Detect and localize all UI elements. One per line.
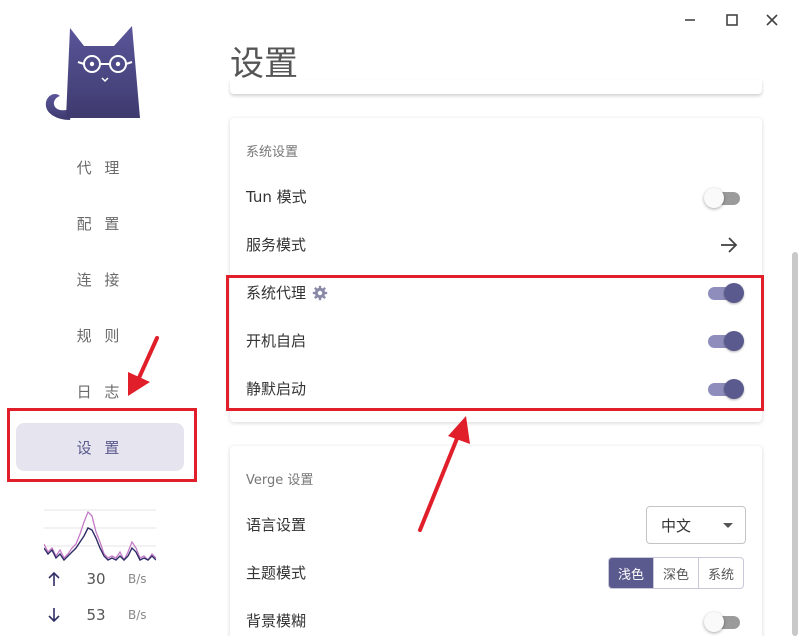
silent-start-toggle[interactable] <box>706 379 744 399</box>
download-speed: 53 B/s <box>44 604 164 626</box>
close-button[interactable] <box>762 10 782 30</box>
gear-icon[interactable] <box>312 285 328 301</box>
theme-system-button[interactable]: 系统 <box>698 558 743 588</box>
theme-mode-label: 主题模式 <box>246 564 307 582</box>
scrollbar[interactable] <box>792 252 798 636</box>
background-blur-label: 背景模糊 <box>246 612 307 630</box>
close-icon <box>766 14 778 26</box>
download-unit: B/s <box>128 608 147 622</box>
previous-card-edge <box>230 80 762 94</box>
arrow-up-icon <box>48 571 60 586</box>
cat-logo <box>45 26 140 120</box>
sidebar-item-connections[interactable]: 连 接 <box>16 255 184 303</box>
maximize-button[interactable] <box>722 10 742 30</box>
tun-mode-label: Tun 模式 <box>246 188 307 206</box>
verge-settings-card: Verge 设置 语言设置 中文 主题模式 浅色 深色 系统 背景模糊 <box>230 446 762 636</box>
service-mode-button[interactable] <box>718 234 740 256</box>
theme-mode-group: 浅色 深色 系统 <box>608 557 745 589</box>
language-label: 语言设置 <box>246 516 307 534</box>
language-select[interactable]: 中文 <box>646 506 746 544</box>
upload-unit: B/s <box>128 572 147 586</box>
maximize-icon <box>726 14 738 26</box>
system-settings-title: 系统设置 <box>246 145 299 160</box>
system-proxy-label: 系统代理 <box>246 282 328 303</box>
upload-speed: 30 B/s <box>44 568 164 590</box>
verge-settings-title: Verge 设置 <box>246 473 314 488</box>
sidebar: 代 理 配 置 连 接 规 则 日 志 设 置 30 B/s 53 B/s <box>0 0 200 636</box>
system-settings-card: 系统设置 Tun 模式 服务模式 系统代理 开机自启 静默启动 <box>230 118 762 422</box>
theme-light-button[interactable]: 浅色 <box>609 558 654 588</box>
tun-mode-toggle[interactable] <box>704 188 742 208</box>
service-mode-label: 服务模式 <box>246 236 307 254</box>
auto-launch-label: 开机自启 <box>246 332 307 350</box>
minimize-button[interactable] <box>680 10 700 30</box>
background-blur-toggle[interactable] <box>704 612 742 632</box>
language-value: 中文 <box>661 516 692 535</box>
sidebar-item-settings[interactable]: 设 置 <box>16 423 184 471</box>
sidebar-item-profiles[interactable]: 配 置 <box>16 199 184 247</box>
silent-start-label: 静默启动 <box>246 380 307 398</box>
theme-dark-button[interactable]: 深色 <box>653 558 698 588</box>
page-title: 设置 <box>230 44 298 84</box>
upload-value: 30 <box>86 570 106 588</box>
chevron-down-icon <box>723 523 733 528</box>
sidebar-item-logs[interactable]: 日 志 <box>16 367 184 415</box>
auto-launch-toggle[interactable] <box>706 331 744 351</box>
arrow-right-icon <box>721 237 738 253</box>
minimize-icon <box>685 19 695 21</box>
traffic-graph <box>44 509 156 562</box>
system-proxy-toggle[interactable] <box>706 283 744 303</box>
sidebar-item-proxy[interactable]: 代 理 <box>16 143 184 191</box>
sidebar-item-rules[interactable]: 规 则 <box>16 311 184 359</box>
download-value: 53 <box>86 606 106 624</box>
arrow-down-icon <box>48 608 60 623</box>
